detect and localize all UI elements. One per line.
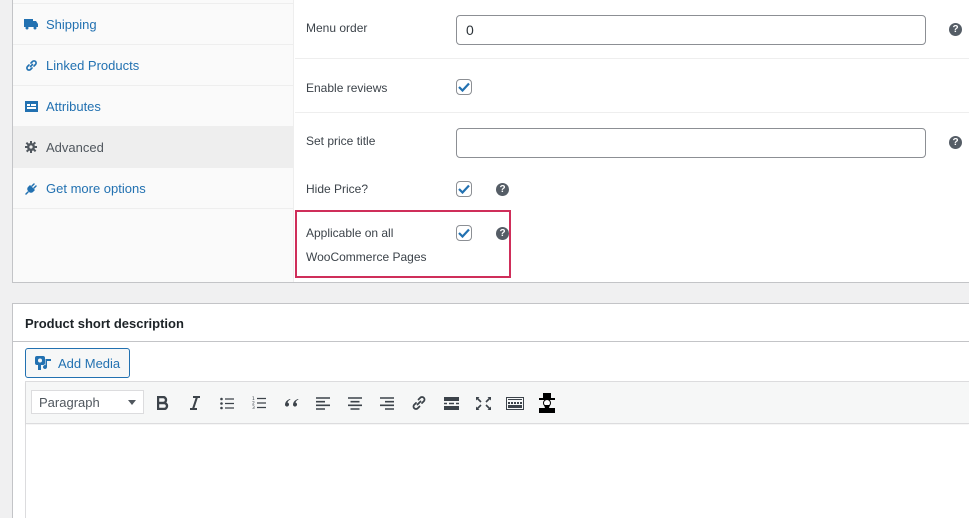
link-icon bbox=[412, 396, 426, 410]
blockquote-button[interactable] bbox=[279, 391, 303, 415]
align-center-icon bbox=[348, 396, 362, 410]
product-short-description-box: Product short description Add Media Para… bbox=[12, 303, 969, 518]
menu-order-label: Menu order bbox=[306, 21, 368, 35]
set-price-title-input[interactable] bbox=[456, 128, 926, 158]
italic-icon bbox=[190, 396, 200, 410]
tab-shipping[interactable]: Shipping bbox=[13, 4, 293, 45]
numbered-list-button[interactable]: 123 bbox=[247, 391, 271, 415]
help-icon[interactable]: ? bbox=[949, 136, 962, 149]
media-icon bbox=[35, 355, 52, 371]
numbered-list-icon: 123 bbox=[252, 396, 266, 410]
keyboard-icon bbox=[506, 396, 524, 410]
align-left-button[interactable] bbox=[311, 391, 335, 415]
short-description-header: Product short description bbox=[13, 304, 969, 342]
list-card-icon bbox=[24, 99, 38, 113]
add-media-button[interactable]: Add Media bbox=[25, 348, 130, 378]
help-icon[interactable]: ? bbox=[949, 23, 962, 36]
toolbar-toggle-button[interactable] bbox=[503, 391, 527, 415]
plugin-icon bbox=[24, 181, 38, 195]
align-right-icon bbox=[380, 396, 394, 410]
menu-order-row: Menu order ? bbox=[295, 0, 969, 59]
hide-price-label: Hide Price? bbox=[306, 182, 369, 196]
custom-plugin-button[interactable] bbox=[535, 391, 559, 415]
align-right-button[interactable] bbox=[375, 391, 399, 415]
product-data-tabs: Shipping Linked Products Attributes Adva… bbox=[13, 0, 294, 282]
italic-button[interactable] bbox=[183, 391, 207, 415]
bold-button[interactable] bbox=[151, 391, 175, 415]
tab-advanced[interactable]: Advanced bbox=[13, 127, 293, 168]
read-more-icon bbox=[443, 396, 459, 410]
bold-icon bbox=[157, 396, 169, 410]
tab-linked-products[interactable]: Linked Products bbox=[13, 45, 293, 86]
insert-link-button[interactable] bbox=[407, 391, 431, 415]
checkmark-icon bbox=[458, 82, 470, 92]
enable-reviews-checkbox[interactable] bbox=[456, 79, 472, 95]
tab-get-more-options[interactable]: Get more options bbox=[13, 168, 293, 209]
link-icon bbox=[24, 58, 38, 72]
checkmark-icon bbox=[458, 184, 470, 194]
tab-label: Linked Products bbox=[46, 57, 140, 73]
editor-toolbar: Paragraph 123 bbox=[26, 382, 969, 424]
format-select[interactable]: Paragraph bbox=[31, 390, 144, 414]
set-price-title-label: Set price title bbox=[306, 134, 376, 148]
align-center-button[interactable] bbox=[343, 391, 367, 415]
tab-label: Advanced bbox=[46, 139, 104, 155]
truck-icon bbox=[24, 17, 38, 31]
align-left-icon bbox=[316, 396, 330, 410]
fullscreen-button[interactable] bbox=[471, 391, 495, 415]
highlight-annotation-box bbox=[295, 210, 511, 278]
tab-label: Get more options bbox=[46, 180, 146, 196]
fullscreen-icon bbox=[475, 396, 491, 410]
man-with-hat-icon bbox=[539, 393, 555, 413]
gear-icon bbox=[24, 140, 38, 154]
bulleted-list-button[interactable] bbox=[215, 391, 239, 415]
read-more-button[interactable] bbox=[439, 391, 463, 415]
tab-attributes[interactable]: Attributes bbox=[13, 86, 293, 127]
tab-label: Shipping bbox=[46, 16, 97, 32]
help-icon[interactable]: ? bbox=[496, 183, 509, 196]
advanced-options-panel: Menu order ? Enable reviews Set price ti… bbox=[295, 0, 969, 282]
tab-label: Attributes bbox=[46, 98, 101, 114]
chevron-down-icon bbox=[128, 400, 136, 405]
blockquote-icon bbox=[284, 398, 298, 407]
format-select-value: Paragraph bbox=[39, 394, 100, 410]
hide-price-checkbox[interactable] bbox=[456, 181, 472, 197]
add-media-label: Add Media bbox=[58, 355, 121, 371]
bulleted-list-icon bbox=[220, 397, 234, 409]
rich-text-editor: Paragraph 123 bbox=[25, 381, 969, 518]
enable-reviews-row: Enable reviews bbox=[295, 59, 969, 113]
short-description-title: Product short description bbox=[25, 316, 184, 331]
enable-reviews-label: Enable reviews bbox=[306, 81, 388, 95]
editor-content-area[interactable] bbox=[26, 425, 969, 518]
svg-text:3: 3 bbox=[252, 405, 255, 410]
menu-order-input[interactable] bbox=[456, 15, 926, 45]
product-data-panel: Shipping Linked Products Attributes Adva… bbox=[12, 0, 969, 283]
